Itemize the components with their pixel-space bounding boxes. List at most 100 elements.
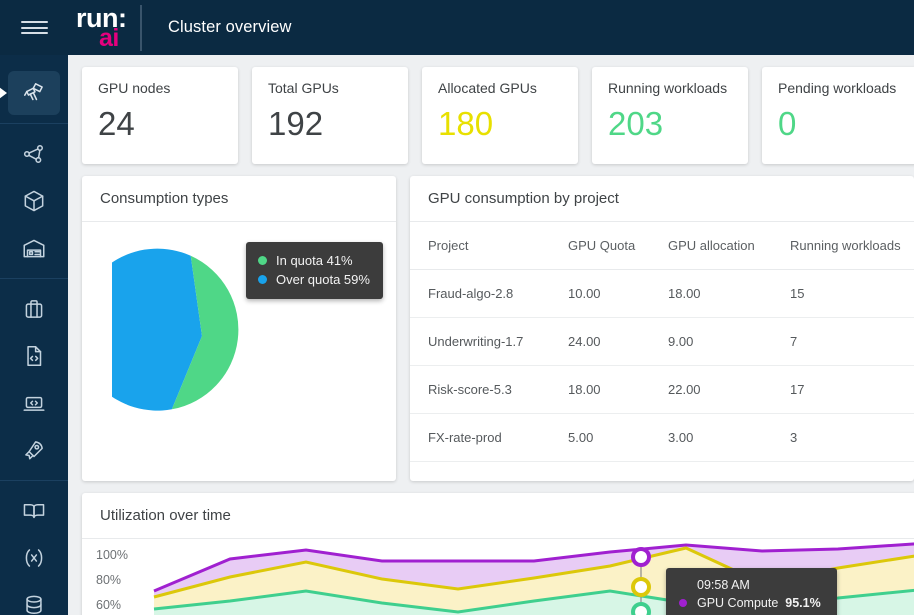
utilization-over-time-card: Utilization over time 100% 80% 60% 09:58… [82,493,914,615]
utilization-chart-body: 100% 80% 60% 09:58 AM GPU Compute 95.1% [82,539,914,615]
telescope-icon [24,83,43,101]
cluster-overview-page: run: ai Cluster overview GPU nodes 24 To… [0,0,914,615]
tooltip-row-in-quota: In quota 41% [258,251,370,270]
legend-dot-gpu-compute-icon [679,599,687,607]
laptop-code-icon [23,396,45,411]
kpi-card-running-workloads[interactable]: Running workloads 203 [592,67,748,164]
kpi-card-total-gpus[interactable]: Total GPUs 192 [252,67,408,164]
sidebar-item-nodes[interactable] [8,179,60,223]
database-icon [26,595,42,614]
sidebar-item-clusters[interactable] [8,226,60,270]
cube-icon [24,190,44,212]
utilization-tooltip: 09:58 AM GPU Compute 95.1% [666,568,837,615]
file-code-icon [27,346,42,366]
runai-logo[interactable]: run: ai [68,0,142,55]
page-title: Cluster overview [168,18,292,36]
hamburger-menu-icon[interactable] [0,0,68,55]
briefcase-icon [25,300,43,318]
nav-group [0,123,68,278]
cell-running-workloads: 15 [790,269,914,318]
sidebar-item-documentation[interactable] [8,489,60,533]
cell-running-workloads: 7 [790,317,914,366]
sidebar-item-projects[interactable] [8,287,60,331]
column-header-running-workloads[interactable]: Running workloads [790,222,914,270]
cell-gpu-quota: 10.00 [568,269,668,318]
cell-project: Risk-score-5.3 [410,365,568,414]
kpi-label: Allocated GPUs [438,80,537,96]
kpi-value: 192 [268,105,324,142]
consumption-pie-body: In quota 41% Over quota 59% [82,222,396,477]
table-row[interactable]: Underwriting-1.7 24.00 9.00 7 [410,317,914,366]
consumption-types-card: Consumption types In quota 41% Over quot… [82,176,396,481]
marker-cpu[interactable] [631,602,651,615]
tooltip-label: In quota 41% [276,253,353,268]
cell-gpu-allocation: 3.00 [668,413,790,462]
cell-gpu-allocation: 9.00 [668,317,790,366]
marker-gpu-compute[interactable] [631,547,651,567]
left-sidebar-nav [0,55,68,615]
hamburger-line [20,26,48,29]
nav-group [0,480,68,615]
sidebar-item-workspaces[interactable] [8,381,60,425]
kpi-value: 180 [438,105,494,142]
column-header-gpu-allocation[interactable]: GPU allocation [668,222,790,270]
rocket-icon [25,441,43,460]
marker-gpu-memory[interactable] [631,577,651,597]
top-header-bar: run: ai Cluster overview [0,0,914,55]
table-header-row: Project GPU Quota GPU allocation Running… [410,222,914,270]
cell-gpu-allocation: 22.00 [668,365,790,414]
table-row[interactable]: FX-rate-prod 5.00 3.00 3 [410,413,914,462]
kpi-label: Pending workloads [778,80,897,96]
tooltip-timestamp: 09:58 AM [697,578,750,592]
nav-group [0,278,68,480]
sidebar-item-data-sources[interactable] [8,583,60,615]
column-header-project[interactable]: Project [410,222,568,270]
cell-gpu-quota: 5.00 [568,413,668,462]
book-icon [23,503,45,519]
utilization-title: Utilization over time [82,493,914,539]
middle-row: Consumption types In quota 41% Over quot… [82,176,914,481]
column-header-gpu-quota[interactable]: GPU Quota [568,222,668,270]
kpi-value: 203 [608,105,664,142]
gpu-consumption-table: Project GPU Quota GPU allocation Running… [410,222,914,462]
cell-project: Fraud-algo-2.8 [410,269,568,318]
tooltip-row-gpu-compute: GPU Compute 95.1% [679,594,821,612]
kpi-value: 24 [98,105,135,142]
network-icon [23,145,43,163]
hamburger-line [20,32,48,34]
kpi-card-gpu-nodes[interactable]: GPU nodes 24 [82,67,238,164]
kpi-label: Running workloads [608,80,728,96]
kpi-card-allocated-gpus[interactable]: Allocated GPUs 180 [422,67,578,164]
cell-running-workloads: 17 [790,365,914,414]
sidebar-item-overview[interactable] [8,71,60,115]
sidebar-item-deployments[interactable] [8,428,60,472]
table-row[interactable]: Fraud-algo-2.8 10.00 18.00 15 [410,269,914,318]
table-row[interactable]: Risk-score-5.3 18.00 22.00 17 [410,365,914,414]
kpi-card-pending-workloads[interactable]: Pending workloads 0 [762,67,914,164]
tooltip-row-over-quota: Over quota 59% [258,270,370,289]
cell-gpu-quota: 24.00 [568,317,668,366]
sidebar-item-experiments[interactable] [8,536,60,580]
cell-project: Underwriting-1.7 [410,317,568,366]
cell-running-workloads: 3 [790,413,914,462]
sidebar-item-templates[interactable] [8,334,60,378]
tooltip-label: Over quota 59% [276,272,370,287]
gpu-consumption-table-card: GPU consumption by project Project GPU Q… [410,176,914,481]
sidebar-item-analytics[interactable] [8,132,60,176]
tooltip-series-value: 95.1% [785,596,821,610]
consumption-types-title: Consumption types [82,176,396,222]
gpu-table-title: GPU consumption by project [410,176,914,222]
cell-gpu-allocation: 18.00 [668,269,790,318]
hamburger-line [20,21,48,23]
kpi-label: Total GPUs [268,80,339,96]
kpi-value: 0 [778,105,797,142]
legend-dot-in-quota-icon [258,256,267,265]
nav-group [0,63,68,123]
warehouse-icon [23,239,45,258]
cell-gpu-quota: 18.00 [568,365,668,414]
kpi-card-row: GPU nodes 24 Total GPUs 192 Allocated GP… [82,67,914,164]
consumption-tooltip: In quota 41% Over quota 59% [246,242,383,299]
cell-project: FX-rate-prod [410,413,568,462]
legend-dot-over-quota-icon [258,275,267,284]
logo-divider [140,4,142,51]
